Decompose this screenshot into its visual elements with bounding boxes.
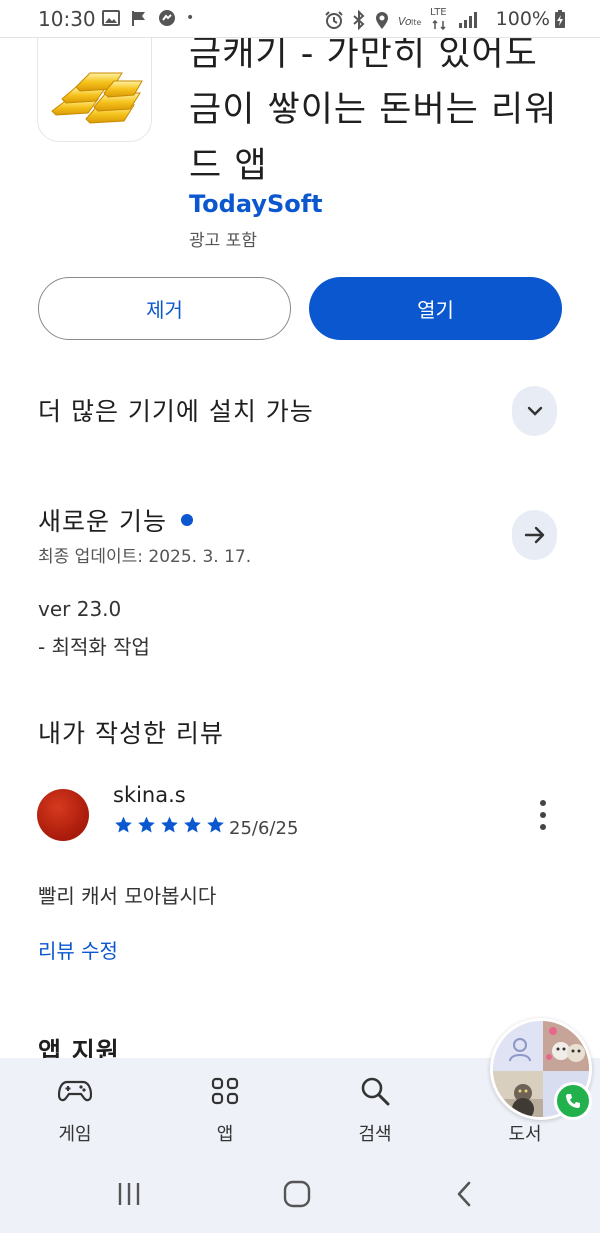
more-devices-title: 더 많은 기기에 설치 가능 <box>38 397 314 426</box>
contact-placeholder-icon <box>493 1021 543 1071</box>
star-rating <box>113 815 226 835</box>
status-divider <box>0 37 600 38</box>
messenger-icon <box>159 10 175 26</box>
nav-label-games: 게임 <box>58 1124 92 1145</box>
bluetooth-icon <box>353 10 365 30</box>
star-icon <box>138 816 155 833</box>
star-icon <box>184 816 201 833</box>
gallery-icon <box>102 10 120 26</box>
signal-icon <box>459 12 477 28</box>
svg-text:Vo: Vo <box>398 15 412 28</box>
star-icon <box>115 816 132 833</box>
system-navigation-bar <box>0 1158 600 1233</box>
version-text: ver 23.0 <box>38 597 122 621</box>
data-arrows-icon <box>432 20 446 30</box>
status-time: 10:30 <box>38 7 96 31</box>
volte-icon: Vo lte <box>398 15 421 28</box>
last-updated: 최종 업데이트: 2025. 3. 17. <box>38 547 252 567</box>
back-icon[interactable] <box>454 1180 474 1208</box>
location-icon <box>376 12 388 29</box>
home-icon[interactable] <box>283 1180 311 1208</box>
nav-label-books: 도서 <box>508 1124 542 1145</box>
open-button[interactable]: 열기 <box>309 277 562 340</box>
contact-photo-cat <box>493 1071 543 1117</box>
status-bar: 10:30 • Vo lte LTE 100% <box>0 0 600 38</box>
edit-review-link[interactable]: 리뷰 수정 <box>38 935 118 964</box>
gold-bars-icon <box>37 36 152 142</box>
update-notes: - 최적화 작업 <box>38 635 150 659</box>
developer-link[interactable]: TodaySoft <box>189 190 323 218</box>
battery-percent: 100% <box>495 8 550 30</box>
star-icon <box>161 816 178 833</box>
nav-item-games[interactable]: 게임 <box>0 1058 150 1158</box>
phone-call-icon[interactable] <box>554 1082 592 1120</box>
nav-item-search[interactable]: 검색 <box>300 1058 450 1158</box>
contact-photo-dogs <box>543 1021 589 1071</box>
alarm-icon <box>325 11 343 29</box>
whats-new-title: 새로운 기능 <box>38 507 167 536</box>
chevron-down-icon <box>527 406 542 416</box>
lte-label: LTE <box>430 7 447 18</box>
reviewer-name: skina.s <box>113 783 186 807</box>
app-title: 금캐기 - 가만히 있어도 금이 쌓이는 돈버는 리워드 앱 <box>189 34 558 186</box>
notification-dot: • <box>186 10 195 26</box>
recent-apps-icon[interactable] <box>116 1180 142 1208</box>
gamepad-icon <box>58 1080 92 1102</box>
status-right-icons: Vo lte LTE <box>324 7 478 31</box>
nav-item-apps[interactable]: 앱 <box>150 1058 300 1158</box>
my-review-title: 내가 작성한 리뷰 <box>38 719 224 748</box>
star-icon <box>207 816 224 833</box>
lte-signal: LTE <box>430 7 450 31</box>
whats-new-arrow-button[interactable] <box>512 510 557 560</box>
contains-ads-label: 광고 포함 <box>189 231 257 251</box>
status-left-icons: • <box>102 9 194 27</box>
arrow-right-icon <box>524 526 544 544</box>
apps-grid-icon <box>211 1077 239 1105</box>
svg-text:lte: lte <box>411 18 421 27</box>
new-indicator-dot <box>180 514 193 526</box>
whats-new-heading: 새로운 기능 <box>38 502 193 538</box>
expand-devices-button[interactable] <box>512 386 557 436</box>
flag-icon <box>132 11 145 26</box>
remove-button[interactable]: 제거 <box>38 277 291 340</box>
nav-label-apps: 앱 <box>216 1124 234 1145</box>
review-text: 빨리 캐서 모아봅시다 <box>38 884 217 908</box>
search-icon <box>361 1077 390 1106</box>
review-date: 25/6/25 <box>229 818 299 839</box>
battery-charging-icon <box>555 10 565 28</box>
more-options-icon[interactable] <box>528 798 558 832</box>
avatar <box>37 789 89 841</box>
nav-label-search: 검색 <box>358 1124 392 1145</box>
